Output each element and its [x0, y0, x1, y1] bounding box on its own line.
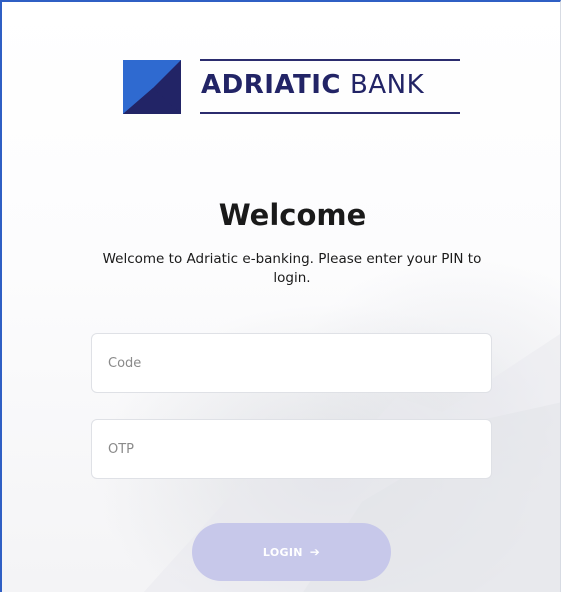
- bank-logo: ADRIATIC BANK: [123, 57, 463, 119]
- login-button-label: LOGIN: [262, 545, 303, 559]
- welcome-message: Welcome to Adriatic e-banking. Please en…: [102, 251, 482, 286]
- arrow-right-icon: ➔: [309, 545, 321, 559]
- page-title: Welcome: [218, 198, 367, 232]
- logo-top-rule: [200, 59, 460, 61]
- code-input[interactable]: [92, 334, 491, 392]
- code-field: [91, 333, 492, 393]
- login-screen: ADRIATIC BANK Welcome Welcome to Adriatic…: [0, 0, 561, 592]
- bank-name: ADRIATIC BANK: [201, 70, 424, 100]
- otp-input[interactable]: [92, 420, 491, 478]
- otp-field: [91, 419, 492, 479]
- bank-name-bold: ADRIATIC: [201, 70, 341, 100]
- login-button[interactable]: LOGIN ➔: [192, 523, 391, 581]
- bank-name-light: BANK: [350, 70, 425, 100]
- bank-logo-mark-icon: [123, 60, 181, 114]
- logo-bottom-rule: [200, 112, 460, 114]
